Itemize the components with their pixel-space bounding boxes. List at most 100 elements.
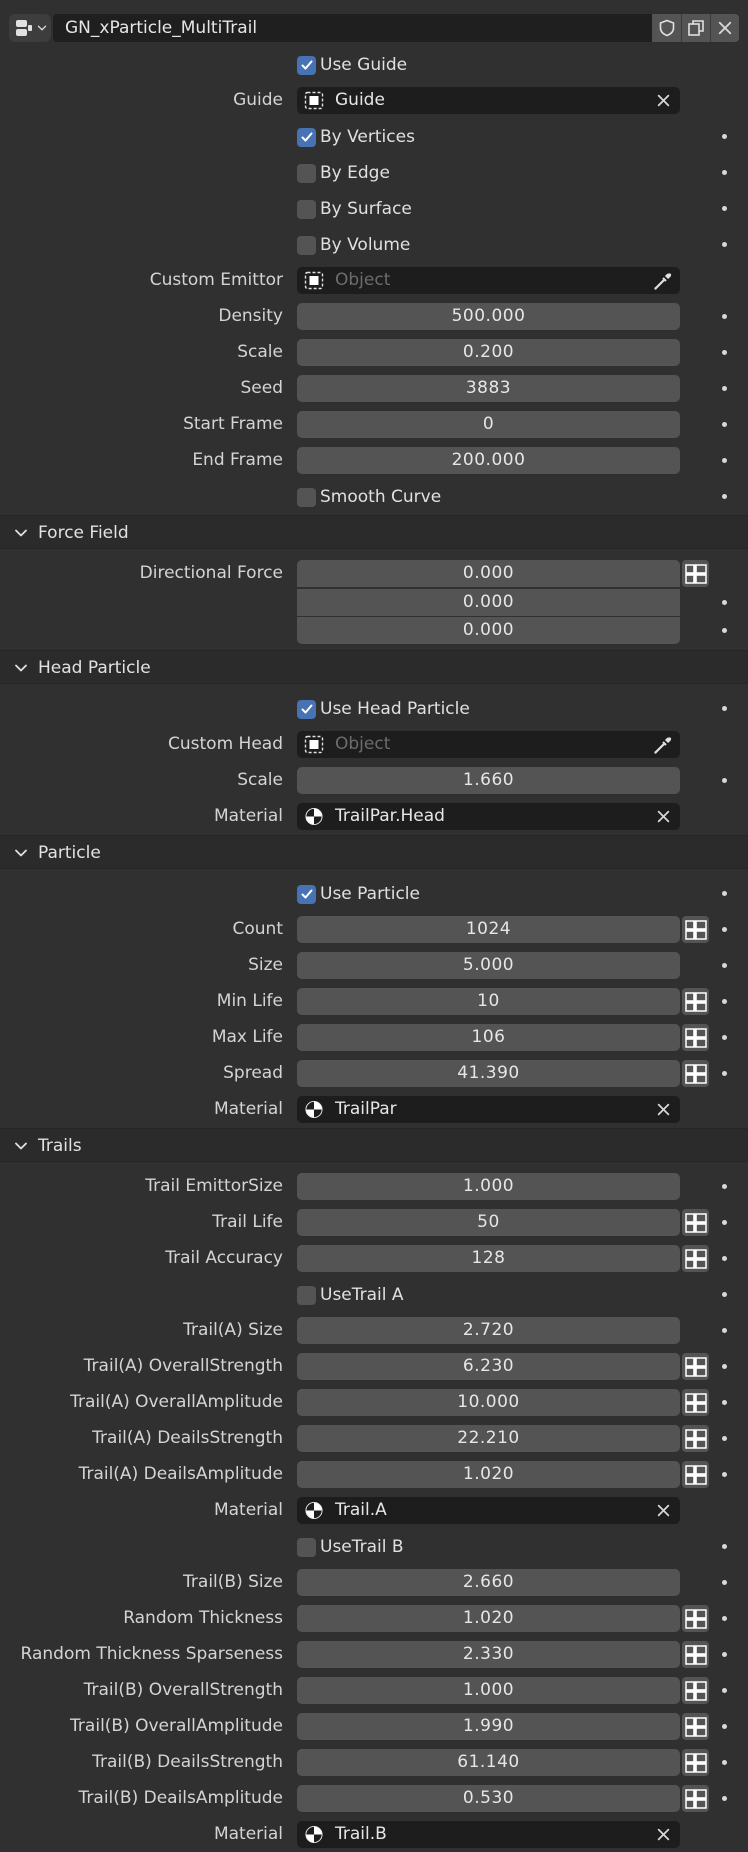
use-trail-b-checkbox[interactable]: UseTrail B (297, 1536, 404, 1558)
checkbox-checked[interactable] (297, 884, 316, 904)
trail-a-size-field[interactable]: 2.720 (297, 1317, 680, 1344)
keyframe-button[interactable] (682, 1209, 709, 1236)
keyframe-button[interactable] (682, 1245, 709, 1272)
end-frame-field[interactable]: 200.000 (297, 447, 680, 474)
clear-material-button[interactable] (654, 1497, 672, 1524)
keyframe-dot[interactable] (722, 494, 727, 499)
trail-b-details-amplitude-field[interactable]: 0.530 (297, 1785, 680, 1812)
keyframe-dot[interactable] (722, 1256, 727, 1261)
trails-panel-header[interactable]: Trails (0, 1128, 748, 1162)
force-field-panel-header[interactable]: Force Field (0, 515, 748, 549)
guide-collection-field[interactable]: Guide (297, 87, 680, 114)
checkbox-unchecked[interactable] (297, 1537, 316, 1557)
keyframe-dot[interactable] (722, 1688, 727, 1693)
duplicate-button[interactable] (681, 14, 710, 42)
keyframe-dot[interactable] (722, 778, 727, 783)
keyframe-dot[interactable] (722, 170, 727, 175)
keyframe-button[interactable] (682, 988, 709, 1015)
keyframe-dot[interactable] (722, 1220, 727, 1225)
keyframe-dot[interactable] (722, 206, 727, 211)
trail-emittor-size-field[interactable]: 1.000 (297, 1173, 680, 1200)
keyframe-dot[interactable] (722, 1184, 727, 1189)
directional-force-x-field[interactable]: 0.000 (297, 560, 680, 587)
trail-a-overall-strength-field[interactable]: 6.230 (297, 1353, 680, 1380)
keyframe-button[interactable] (682, 1060, 709, 1087)
keyframe-dot[interactable] (722, 350, 727, 355)
count-field[interactable]: 1024 (297, 916, 680, 943)
head-scale-field[interactable]: 1.660 (297, 767, 680, 794)
keyframe-dot[interactable] (722, 999, 727, 1004)
keyframe-dot[interactable] (722, 1724, 727, 1729)
checkbox-checked[interactable] (297, 699, 316, 719)
trail-b-overall-amplitude-field[interactable]: 1.990 (297, 1713, 680, 1740)
trail-b-size-field[interactable]: 2.660 (297, 1569, 680, 1596)
checkbox-unchecked[interactable] (297, 1285, 316, 1305)
trail-b-overall-strength-field[interactable]: 1.000 (297, 1677, 680, 1704)
keyframe-button[interactable] (682, 1353, 709, 1380)
keyframe-button[interactable] (682, 1024, 709, 1051)
keyframe-dot[interactable] (722, 706, 727, 711)
keyframe-dot[interactable] (722, 1652, 727, 1657)
keyframe-button[interactable] (682, 1461, 709, 1488)
trail-a-material-field[interactable]: Trail.A (297, 1497, 680, 1524)
keyframe-button[interactable] (682, 1677, 709, 1704)
keyframe-dot[interactable] (722, 1796, 727, 1801)
keyframe-dot[interactable] (722, 1544, 727, 1549)
random-thickness-sparseness-field[interactable]: 2.330 (297, 1641, 680, 1668)
keyframe-dot[interactable] (722, 1035, 727, 1040)
particle-material-field[interactable]: TrailPar (297, 1096, 680, 1123)
keyframe-dot[interactable] (722, 1760, 727, 1765)
head-particle-panel-header[interactable]: Head Particle (0, 650, 748, 684)
by-volume-checkbox[interactable]: By Volume (297, 234, 410, 256)
eyedropper-icon[interactable] (652, 270, 674, 292)
node-group-name-field[interactable]: GN_xParticle_MultiTrail (53, 14, 652, 42)
keyframe-button[interactable] (682, 1785, 709, 1812)
trail-life-field[interactable]: 50 (297, 1209, 680, 1236)
head-material-field[interactable]: TrailPar.Head (297, 803, 680, 830)
clear-material-button[interactable] (654, 803, 672, 830)
keyframe-button[interactable] (682, 1389, 709, 1416)
node-group-browse-button[interactable] (9, 14, 51, 42)
keyframe-dot[interactable] (722, 1580, 727, 1585)
particle-panel-header[interactable]: Particle (0, 835, 748, 869)
use-trail-a-checkbox[interactable]: UseTrail A (297, 1284, 404, 1306)
keyframe-button[interactable] (682, 1605, 709, 1632)
random-thickness-field[interactable]: 1.020 (297, 1605, 680, 1632)
start-frame-field[interactable]: 0 (297, 411, 680, 438)
keyframe-dot[interactable] (722, 628, 727, 633)
trail-a-details-strength-field[interactable]: 22.210 (297, 1425, 680, 1452)
trail-accuracy-field[interactable]: 128 (297, 1245, 680, 1272)
by-vertices-checkbox[interactable]: By Vertices (297, 126, 415, 148)
eyedropper-icon[interactable] (652, 734, 674, 756)
fake-user-button[interactable] (652, 14, 681, 42)
trail-b-material-field[interactable]: Trail.B (297, 1821, 680, 1848)
use-guide-checkbox[interactable]: Use Guide (297, 54, 407, 76)
keyframe-button[interactable] (682, 1425, 709, 1452)
keyframe-button[interactable] (682, 1713, 709, 1740)
custom-head-field[interactable]: Object (297, 731, 680, 758)
min-life-field[interactable]: 10 (297, 988, 680, 1015)
smooth-curve-checkbox[interactable]: Smooth Curve (297, 486, 441, 508)
scale-field[interactable]: 0.200 (297, 339, 680, 366)
checkbox-checked[interactable] (297, 55, 316, 75)
keyframe-dot[interactable] (722, 1616, 727, 1621)
keyframe-dot[interactable] (722, 1400, 727, 1405)
by-surface-checkbox[interactable]: By Surface (297, 198, 412, 220)
max-life-field[interactable]: 106 (297, 1024, 680, 1051)
keyframe-dot[interactable] (722, 458, 727, 463)
keyframe-button[interactable] (682, 1641, 709, 1668)
keyframe-dot[interactable] (722, 1364, 727, 1369)
seed-field[interactable]: 3883 (297, 375, 680, 402)
keyframe-dot[interactable] (722, 600, 727, 605)
checkbox-unchecked[interactable] (297, 487, 316, 507)
keyframe-dot[interactable] (722, 1292, 727, 1297)
clear-guide-button[interactable] (654, 87, 672, 114)
by-edge-checkbox[interactable]: By Edge (297, 162, 390, 184)
custom-emitter-field[interactable]: Object (297, 267, 680, 294)
use-head-particle-checkbox[interactable]: Use Head Particle (297, 698, 470, 720)
trail-b-details-strength-field[interactable]: 61.140 (297, 1749, 680, 1776)
keyframe-button[interactable] (682, 1749, 709, 1776)
keyframe-dot[interactable] (722, 1071, 727, 1076)
keyframe-dot[interactable] (722, 314, 727, 319)
keyframe-dot[interactable] (722, 1436, 727, 1441)
